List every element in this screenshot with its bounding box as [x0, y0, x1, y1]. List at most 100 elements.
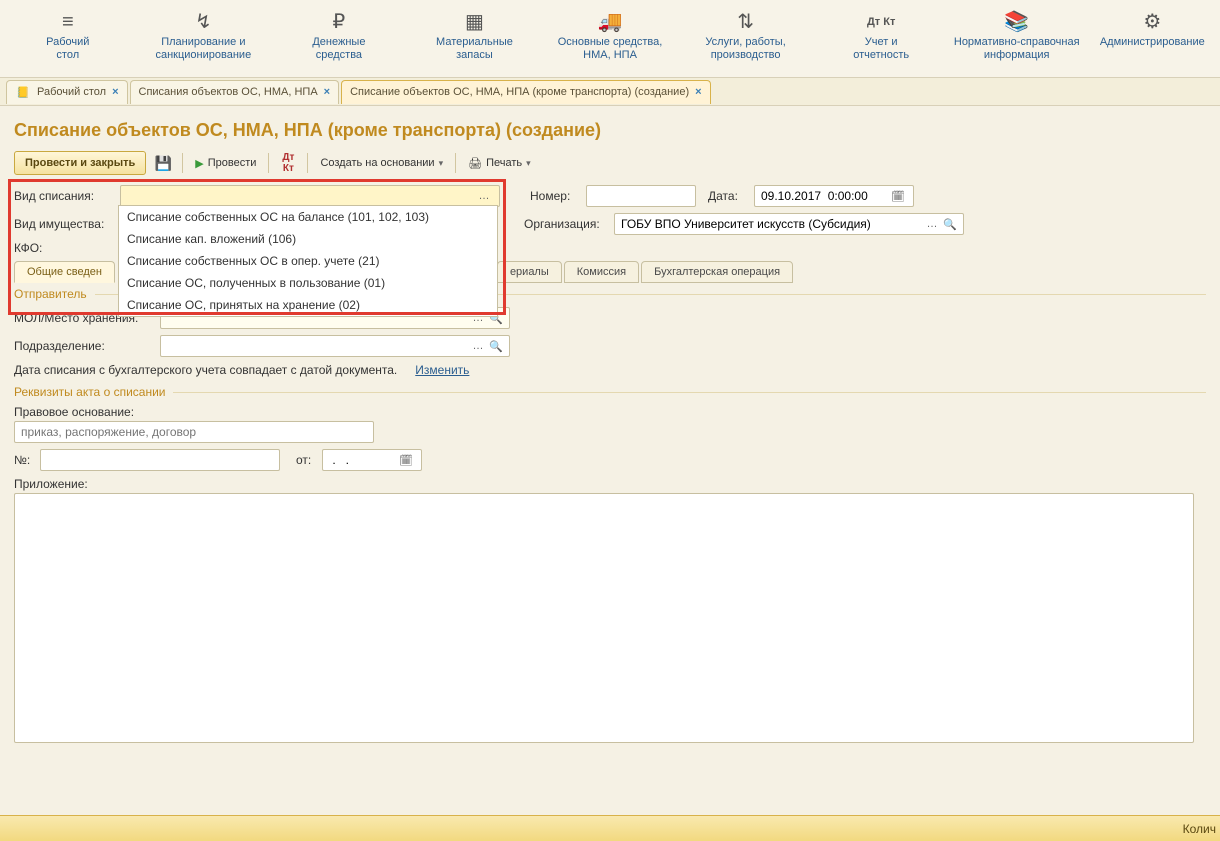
calendar-icon[interactable]: 🗓 — [889, 187, 907, 205]
org-input[interactable] — [619, 215, 923, 233]
label-vid-imushchestva: Вид имущества: — [14, 217, 114, 231]
tab-general[interactable]: Общие сведен — [14, 261, 115, 283]
close-icon[interactable]: × — [695, 86, 701, 98]
create-based-on-button[interactable]: Создать на основании — [314, 151, 449, 175]
post-label: Провести — [208, 157, 257, 169]
date-note: Дата списания с бухгалтерского учета сов… — [14, 363, 397, 377]
date-field[interactable]: 🗓 — [754, 185, 914, 207]
page: Списание объектов ОС, НМА, НПА (кроме тр… — [0, 106, 1220, 759]
section-label: Отправитель — [14, 287, 87, 301]
save-icon[interactable]: 💾 — [150, 151, 176, 175]
nav-label: Учет и отчетность — [853, 36, 909, 62]
nav-label: Планирование и санкционирование — [155, 36, 251, 62]
nav-label: Рабочий стол — [46, 36, 89, 62]
close-icon[interactable]: × — [112, 86, 118, 98]
calendar-icon[interactable]: 🗓 — [397, 451, 415, 469]
tab-writeoff-create[interactable]: Списание объектов ОС, НМА, НПА (кроме тр… — [341, 80, 710, 104]
open-button[interactable]: … — [923, 215, 941, 233]
tab-accounting-op[interactable]: Бухгалтерская операция — [641, 261, 793, 283]
label-ot: от: — [296, 453, 316, 467]
nav-planning[interactable]: ↯ Планирование и санкционирование — [136, 0, 272, 77]
vid-spisaniya-input[interactable] — [125, 187, 475, 205]
org-field[interactable]: … 🔍 — [614, 213, 964, 235]
label-kfo: КФО: — [14, 241, 114, 255]
nav-reference[interactable]: 📚 Нормативно-справочная информация — [949, 0, 1085, 77]
ot-date-input[interactable] — [327, 451, 397, 469]
label-org: Организация: — [524, 217, 608, 231]
tab-materials-partial[interactable]: ериалы — [497, 261, 562, 283]
nav-label: Администрирование — [1100, 36, 1205, 49]
dropdown-item[interactable]: Списание ОС, принятых на хранение (02) — [119, 294, 497, 316]
tab-writeoffs-list[interactable]: Списания объектов ОС, НМА, НПА × — [130, 80, 340, 104]
separator — [268, 153, 269, 173]
close-icon[interactable]: × — [324, 86, 330, 98]
separator — [307, 153, 308, 173]
truck-icon: 🚚 — [598, 8, 623, 36]
ot-date-field[interactable]: 🗓 — [322, 449, 422, 471]
open-button[interactable]: … — [469, 337, 487, 355]
nav-money[interactable]: ₽ Денежные средства — [271, 0, 407, 77]
gear-icon: ⚙ — [1143, 8, 1161, 36]
top-nav: ≡ Рабочий стол ↯ Планирование и санкцион… — [0, 0, 1220, 78]
nomer-input[interactable] — [591, 187, 691, 205]
books-icon: 📚 — [1004, 8, 1029, 36]
nav-admin[interactable]: ⚙ Администрирование — [1085, 0, 1220, 77]
post-and-close-button[interactable]: Провести и закрыть — [14, 151, 146, 175]
nav-label: Нормативно-справочная информация — [954, 36, 1080, 62]
pravo-field[interactable] — [14, 421, 374, 443]
label-podrazdelenie: Подразделение: — [14, 339, 154, 353]
printer-icon: 🖨 — [468, 157, 482, 170]
print-button[interactable]: 🖨 Печать — [462, 151, 537, 175]
tab-desktop[interactable]: 📒 Рабочий стол × — [6, 80, 128, 104]
label-prilozhenie: Приложение: — [14, 477, 88, 491]
grid-icon: ▦ — [465, 8, 484, 36]
planning-icon: ↯ — [195, 8, 212, 36]
dropdown-button[interactable]: … — [475, 187, 493, 205]
search-icon[interactable]: 🔍 — [941, 215, 959, 233]
date-input[interactable] — [759, 187, 889, 205]
nomer-field[interactable] — [586, 185, 696, 207]
label-data: Дата: — [708, 189, 748, 203]
ruble-icon: ₽ — [333, 8, 346, 36]
vid-spisaniya-field[interactable]: … — [120, 185, 500, 207]
vid-spisaniya-dropdown[interactable]: Списание собственных ОС на балансе (101,… — [118, 205, 498, 317]
dropdown-item[interactable]: Списание собственных ОС на балансе (101,… — [119, 206, 497, 228]
sliders-icon: ⇅ — [737, 8, 754, 36]
pravo-input[interactable] — [19, 423, 369, 441]
num-input[interactable] — [45, 451, 275, 469]
change-link[interactable]: Изменить — [415, 363, 469, 377]
dropdown-item[interactable]: Списание ОС, полученных в пользование (0… — [119, 272, 497, 294]
podrazdelenie-field[interactable]: … 🔍 — [160, 335, 510, 357]
nav-label: Материальные запасы — [436, 36, 513, 62]
footer-text: Колич — [1183, 822, 1216, 836]
nav-materials[interactable]: ▦ Материальные запасы — [407, 0, 543, 77]
tabs-row: 📒 Рабочий стол × Списания объектов ОС, Н… — [0, 78, 1220, 106]
post-button[interactable]: ▶ Провести — [189, 151, 262, 175]
toolbar: Провести и закрыть 💾 ▶ Провести ДтКт Соз… — [14, 151, 1206, 175]
separator — [455, 153, 456, 173]
section-label: Реквизиты акта о списании — [14, 385, 165, 399]
nav-services[interactable]: ⇅ Услуги, работы, производство — [678, 0, 814, 77]
nav-label: Услуги, работы, производство — [705, 36, 785, 62]
nav-label: Денежные средства — [312, 36, 365, 62]
tab-label: Рабочий стол — [37, 86, 106, 98]
podrazdelenie-input[interactable] — [165, 337, 469, 355]
label-nomer: Номер: — [530, 189, 580, 203]
dropdown-item[interactable]: Списание кап. вложений (106) — [119, 228, 497, 250]
dtkt-button[interactable]: ДтКт — [275, 151, 301, 175]
label-num: №: — [14, 453, 34, 467]
search-icon[interactable]: 🔍 — [487, 337, 505, 355]
nav-assets[interactable]: 🚚 Основные средства, НМА, НПА — [542, 0, 678, 77]
nav-accounting[interactable]: Дт Кт Учет и отчетность — [813, 0, 949, 77]
separator — [182, 153, 183, 173]
dropdown-item[interactable]: Списание собственных ОС в опер. учете (2… — [119, 250, 497, 272]
nav-desktop[interactable]: ≡ Рабочий стол — [0, 0, 136, 77]
tab-commission[interactable]: Комиссия — [564, 261, 639, 283]
divider — [173, 392, 1206, 393]
attachment-textarea[interactable] — [14, 493, 1194, 743]
section-act-details: Реквизиты акта о списании — [14, 385, 1206, 399]
label-pravo: Правовое основание: — [14, 405, 134, 419]
nav-label: Основные средства, НМА, НПА — [558, 36, 663, 62]
num-field[interactable] — [40, 449, 280, 471]
tab-label: Списания объектов ОС, НМА, НПА — [139, 86, 318, 98]
